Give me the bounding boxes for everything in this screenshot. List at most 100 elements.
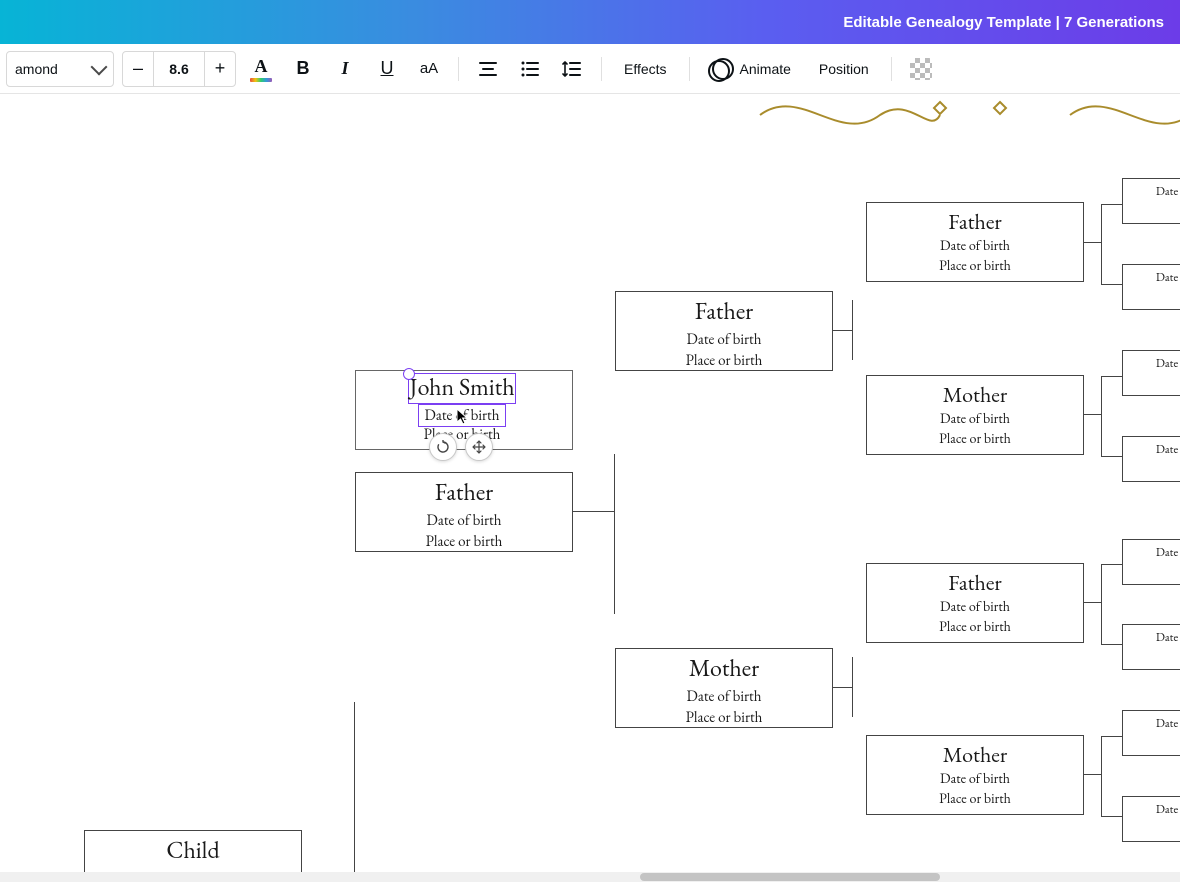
person-card[interactable]: Father Date of birth Place or birth (866, 202, 1084, 282)
toolbar-divider (601, 57, 602, 81)
spacing-button[interactable] (555, 52, 589, 86)
document-title: Editable Genealogy Template | 7 Generati… (843, 14, 1164, 31)
connector-line (1101, 736, 1122, 737)
font-size-decrease-button[interactable]: – (123, 52, 153, 86)
selected-place-text[interactable]: Place or birth (402, 424, 522, 445)
list-icon (520, 59, 540, 79)
person-dob: Date (1127, 629, 1180, 646)
person-place: Place or birth (871, 430, 1079, 450)
title-bar: Editable Genealogy Template | 7 Generati… (0, 0, 1180, 44)
list-button[interactable] (513, 52, 547, 86)
connector-line (1101, 204, 1122, 205)
person-dob: Date (1127, 269, 1180, 286)
align-center-icon (478, 59, 498, 79)
person-card[interactable]: Father Date of birth Place or birth (615, 291, 833, 371)
person-dob: Date (1127, 355, 1180, 372)
person-card-partial[interactable]: Date (1122, 436, 1180, 482)
spacing-icon (562, 59, 582, 79)
person-place: Place or birth (360, 531, 568, 552)
italic-button[interactable]: I (328, 52, 362, 86)
person-place: Place or birth (871, 257, 1079, 277)
connector-line (1084, 414, 1102, 415)
horizontal-scrollbar[interactable] (0, 872, 1180, 882)
move-icon (472, 440, 486, 454)
scrollbar-thumb[interactable] (640, 873, 940, 881)
person-place: Place or birth (620, 350, 828, 371)
toolbar-divider (891, 57, 892, 81)
person-dob: Date (1127, 441, 1180, 458)
person-name: Father (620, 298, 828, 327)
connector-line (1101, 564, 1122, 565)
person-card[interactable]: Mother Date of birth Place or birth (615, 648, 833, 728)
person-card-partial[interactable]: Date (1122, 264, 1180, 310)
connector-line (1101, 376, 1122, 377)
connector-line (1101, 376, 1102, 456)
connector-line (1101, 816, 1122, 817)
underline-button[interactable]: U (370, 52, 404, 86)
font-family-select[interactable]: amond (6, 51, 114, 87)
align-button[interactable] (471, 52, 505, 86)
person-card[interactable]: Father Date of birth Place or birth (866, 563, 1084, 643)
text-toolbar: amond – 8.6 + A B I U aA Effects (0, 44, 1180, 94)
connector-line (573, 511, 615, 512)
text-color-button[interactable]: A (244, 52, 278, 86)
connector-line (1101, 204, 1102, 284)
ornament-decoration (740, 90, 1180, 140)
person-card-partial[interactable]: Date (1122, 178, 1180, 224)
person-place: Place or birth (871, 790, 1079, 810)
person-place: Place or birth (620, 707, 828, 728)
person-name: Mother (871, 382, 1079, 408)
animate-icon (712, 58, 734, 80)
chevron-down-icon (91, 58, 108, 75)
effects-button[interactable]: Effects (614, 52, 677, 86)
move-handle[interactable] (465, 433, 493, 461)
person-name: Mother (871, 742, 1079, 768)
person-dob: Date (1127, 715, 1180, 732)
connector-line (1101, 456, 1122, 457)
person-card[interactable]: Father Date of birth Place or birth (355, 472, 573, 552)
connector-line (1101, 284, 1122, 285)
person-dob: Date (1127, 801, 1180, 818)
transparency-icon (910, 58, 932, 80)
person-card-partial[interactable]: Date (1122, 539, 1180, 585)
person-dob: Date of birth (360, 510, 568, 531)
person-dob: Date of birth (871, 410, 1079, 430)
person-name: Child (89, 837, 297, 866)
connector-line (833, 687, 853, 688)
person-dob: Date of birth (871, 237, 1079, 257)
position-button[interactable]: Position (809, 52, 879, 86)
bold-button[interactable]: B (286, 52, 320, 86)
selection-handle[interactable] (403, 368, 415, 380)
connector-line (354, 702, 355, 872)
person-card-partial[interactable]: Date (1122, 624, 1180, 670)
person-place: Place or birth (871, 618, 1079, 638)
person-card-partial[interactable]: Date (1122, 796, 1180, 842)
selected-name-text[interactable]: John Smith (408, 373, 516, 404)
person-card-partial[interactable]: Date (1122, 350, 1180, 396)
connector-line (1084, 242, 1102, 243)
person-card[interactable]: Mother Date of birth Place or birth (866, 735, 1084, 815)
transparency-button[interactable] (904, 52, 938, 86)
person-dob: Date (1127, 183, 1180, 200)
person-card-partial[interactable]: Date (1122, 710, 1180, 756)
animate-button[interactable]: Animate (702, 52, 801, 86)
uppercase-button[interactable]: aA (412, 52, 446, 86)
connector-line (852, 657, 853, 717)
person-card[interactable]: Mother Date of birth Place or birth (866, 375, 1084, 455)
person-name: Father (360, 479, 568, 508)
connector-line (1101, 564, 1102, 644)
connector-line (1101, 644, 1122, 645)
connector-line (1084, 602, 1102, 603)
rotate-handle[interactable] (429, 433, 457, 461)
font-family-value: amond (15, 61, 58, 77)
design-canvas[interactable]: John Smith Date of birth Place or birth … (0, 94, 1180, 882)
toolbar-divider (689, 57, 690, 81)
person-dob: Date of birth (871, 598, 1079, 618)
font-size-increase-button[interactable]: + (205, 52, 235, 86)
font-size-input[interactable]: 8.6 (153, 52, 205, 86)
font-size-group: – 8.6 + (122, 51, 236, 87)
connector-line (833, 330, 853, 331)
text-color-icon: A (250, 56, 272, 82)
person-dob: Date of birth (620, 329, 828, 350)
toolbar-divider (458, 57, 459, 81)
